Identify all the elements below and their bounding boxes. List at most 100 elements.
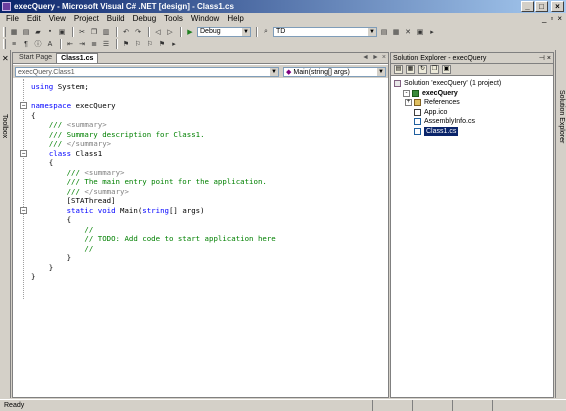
code-line[interactable]: { <box>31 158 53 168</box>
open-file-icon[interactable]: ▰ <box>33 27 43 37</box>
collapse-region-icon[interactable]: − <box>20 206 27 214</box>
tree-item[interactable]: - execQuery <box>403 89 458 98</box>
code-line[interactable]: static void Main(string[] args) <box>31 206 205 216</box>
parameter-info-icon[interactable]: ¶ <box>21 39 31 49</box>
code-line[interactable]: // <box>31 244 93 254</box>
redo-icon[interactable]: ↷ <box>133 27 143 37</box>
paste-icon[interactable]: ▥ <box>101 27 111 37</box>
code-line[interactable]: /// The main entry point for the applica… <box>31 177 267 187</box>
save-all-icon[interactable]: ▣ <box>57 27 67 37</box>
view-designer-icon[interactable]: ▦ <box>406 65 415 74</box>
class-view-icon[interactable]: ▣ <box>415 27 425 37</box>
decrease-indent-icon[interactable]: ⇤ <box>65 39 75 49</box>
toolbox-strip[interactable]: ✕ Toolbox <box>0 50 11 398</box>
menu-build[interactable]: Build <box>103 13 129 25</box>
code-line[interactable]: { <box>31 111 35 121</box>
properties-icon[interactable]: ▦ <box>391 27 401 37</box>
code-line[interactable]: // <box>31 225 93 235</box>
expand-icon[interactable]: + <box>405 99 412 106</box>
navigate-forward-icon[interactable]: ▷ <box>165 27 175 37</box>
uncomment-icon[interactable]: ☰ <box>101 39 111 49</box>
toolbox-label[interactable]: Toolbox <box>1 114 8 138</box>
tree-item[interactable]: + References <box>405 98 460 107</box>
code-line[interactable]: /// <summary> <box>31 120 107 130</box>
code-line[interactable]: } <box>31 272 35 282</box>
solution-explorer-icon[interactable]: ▤ <box>379 27 389 37</box>
code-line[interactable]: /// <summary> <box>31 168 125 178</box>
properties-icon[interactable]: ▣ <box>442 65 451 74</box>
undo-icon[interactable]: ↶ <box>121 27 131 37</box>
scroll-tabs-left-icon[interactable]: ◄ <box>362 54 369 61</box>
menu-window[interactable]: Window <box>187 13 223 25</box>
solution-config-combo[interactable]: Debug ▼ <box>197 26 251 37</box>
toolbar-grip[interactable] <box>3 39 6 49</box>
mdi-close-button[interactable]: × <box>557 14 562 23</box>
code-line[interactable]: /// Summary description for Class1. <box>31 130 205 140</box>
menu-edit[interactable]: Edit <box>23 13 45 25</box>
tab-class1-cs[interactable]: Class1.cs <box>56 53 99 63</box>
mdi-restore-button[interactable]: ▫ <box>550 14 553 23</box>
tab-start-page[interactable]: Start Page <box>15 53 56 63</box>
code-line[interactable]: } <box>31 253 71 263</box>
navigate-back-icon[interactable]: ◁ <box>153 27 163 37</box>
mdi-minimize-button[interactable]: _ <box>542 14 546 23</box>
new-project-icon[interactable]: ▦ <box>9 27 19 37</box>
close-button[interactable]: × <box>551 1 564 12</box>
menu-file[interactable]: File <box>2 13 23 25</box>
pin-icon[interactable]: ⊣ <box>539 53 545 64</box>
solution-explorer-tab-label[interactable]: Solution Explorer <box>558 90 565 143</box>
maximize-button[interactable]: □ <box>535 1 548 12</box>
toggle-bookmark-icon[interactable]: ⚑ <box>121 39 131 49</box>
save-icon[interactable]: ▪ <box>45 27 55 37</box>
find-in-files-icon[interactable]: ⌕ <box>261 27 271 37</box>
collapse-region-icon[interactable]: − <box>20 102 27 109</box>
code-line[interactable]: { <box>31 215 71 225</box>
complete-word-icon[interactable]: A <box>45 39 55 49</box>
solution-explorer-autohide-tab[interactable]: Solution Explorer <box>555 50 566 398</box>
add-item-icon[interactable]: ▤ <box>21 27 31 37</box>
code-line[interactable]: using System; <box>31 82 89 92</box>
quick-info-icon[interactable]: ⓘ <box>33 39 43 49</box>
code-line[interactable]: /// </summary> <box>31 187 129 197</box>
refresh-icon[interactable]: ↻ <box>418 65 427 74</box>
code-line[interactable]: /// </summary> <box>31 139 111 149</box>
tree-item[interactable]: AssemblyInfo.cs <box>405 117 475 126</box>
menu-help[interactable]: Help <box>223 13 247 25</box>
menu-view[interactable]: View <box>45 13 70 25</box>
tree-item[interactable]: Class1.cs <box>405 126 459 136</box>
close-pane-icon[interactable]: × <box>547 53 551 64</box>
comment-out-icon[interactable]: ≣ <box>89 39 99 49</box>
menu-debug[interactable]: Debug <box>129 13 161 25</box>
minimize-button[interactable]: _ <box>521 1 534 12</box>
view-code-icon[interactable]: ▤ <box>394 65 403 74</box>
code-line[interactable]: } <box>31 263 53 273</box>
increase-indent-icon[interactable]: ⇥ <box>77 39 87 49</box>
member-dropdown[interactable]: ◆ Main(string[] args) ▼ <box>283 67 386 77</box>
toolbox-icon[interactable]: ✕ <box>2 54 9 63</box>
scroll-tabs-right-icon[interactable]: ► <box>372 54 379 61</box>
collapse-icon[interactable]: - <box>403 89 410 97</box>
tree-item[interactable]: Solution 'execQuery' (1 project) <box>394 79 501 88</box>
previous-bookmark-icon[interactable]: ⚐ <box>145 39 155 49</box>
next-bookmark-icon[interactable]: ⚐ <box>133 39 143 49</box>
clear-bookmarks-icon[interactable]: ⚑ <box>157 39 167 49</box>
menu-tools[interactable]: Tools <box>160 13 187 25</box>
close-tab-icon[interactable]: × <box>382 54 386 61</box>
member-list-icon[interactable]: ≡ <box>9 39 19 49</box>
cut-icon[interactable]: ✂ <box>77 27 87 37</box>
code-line[interactable]: namespace execQuery <box>31 101 116 111</box>
type-dropdown[interactable]: execQuery.Class1 ▼ <box>15 67 279 77</box>
collapse-region-icon[interactable]: − <box>20 149 27 157</box>
menu-project[interactable]: Project <box>70 13 103 25</box>
code-line[interactable]: // TODO: Add code to start application h… <box>31 234 275 244</box>
toolbox-icon[interactable]: ✕ <box>403 27 413 37</box>
code-line[interactable]: [STAThread] <box>31 196 116 206</box>
code-line[interactable]: class Class1 <box>31 149 102 159</box>
copy-icon[interactable]: ❐ <box>89 27 99 37</box>
code-area[interactable]: using System; namespace execQuery −{ /// <… <box>13 79 388 397</box>
toolbar-grip[interactable] <box>3 26 6 37</box>
tree-item[interactable]: App.ico <box>405 108 447 117</box>
start-debug-icon[interactable]: ▶ <box>185 27 195 37</box>
find-combo[interactable]: TD ▼ <box>273 26 377 37</box>
more-icon[interactable]: ▸ <box>427 27 437 37</box>
